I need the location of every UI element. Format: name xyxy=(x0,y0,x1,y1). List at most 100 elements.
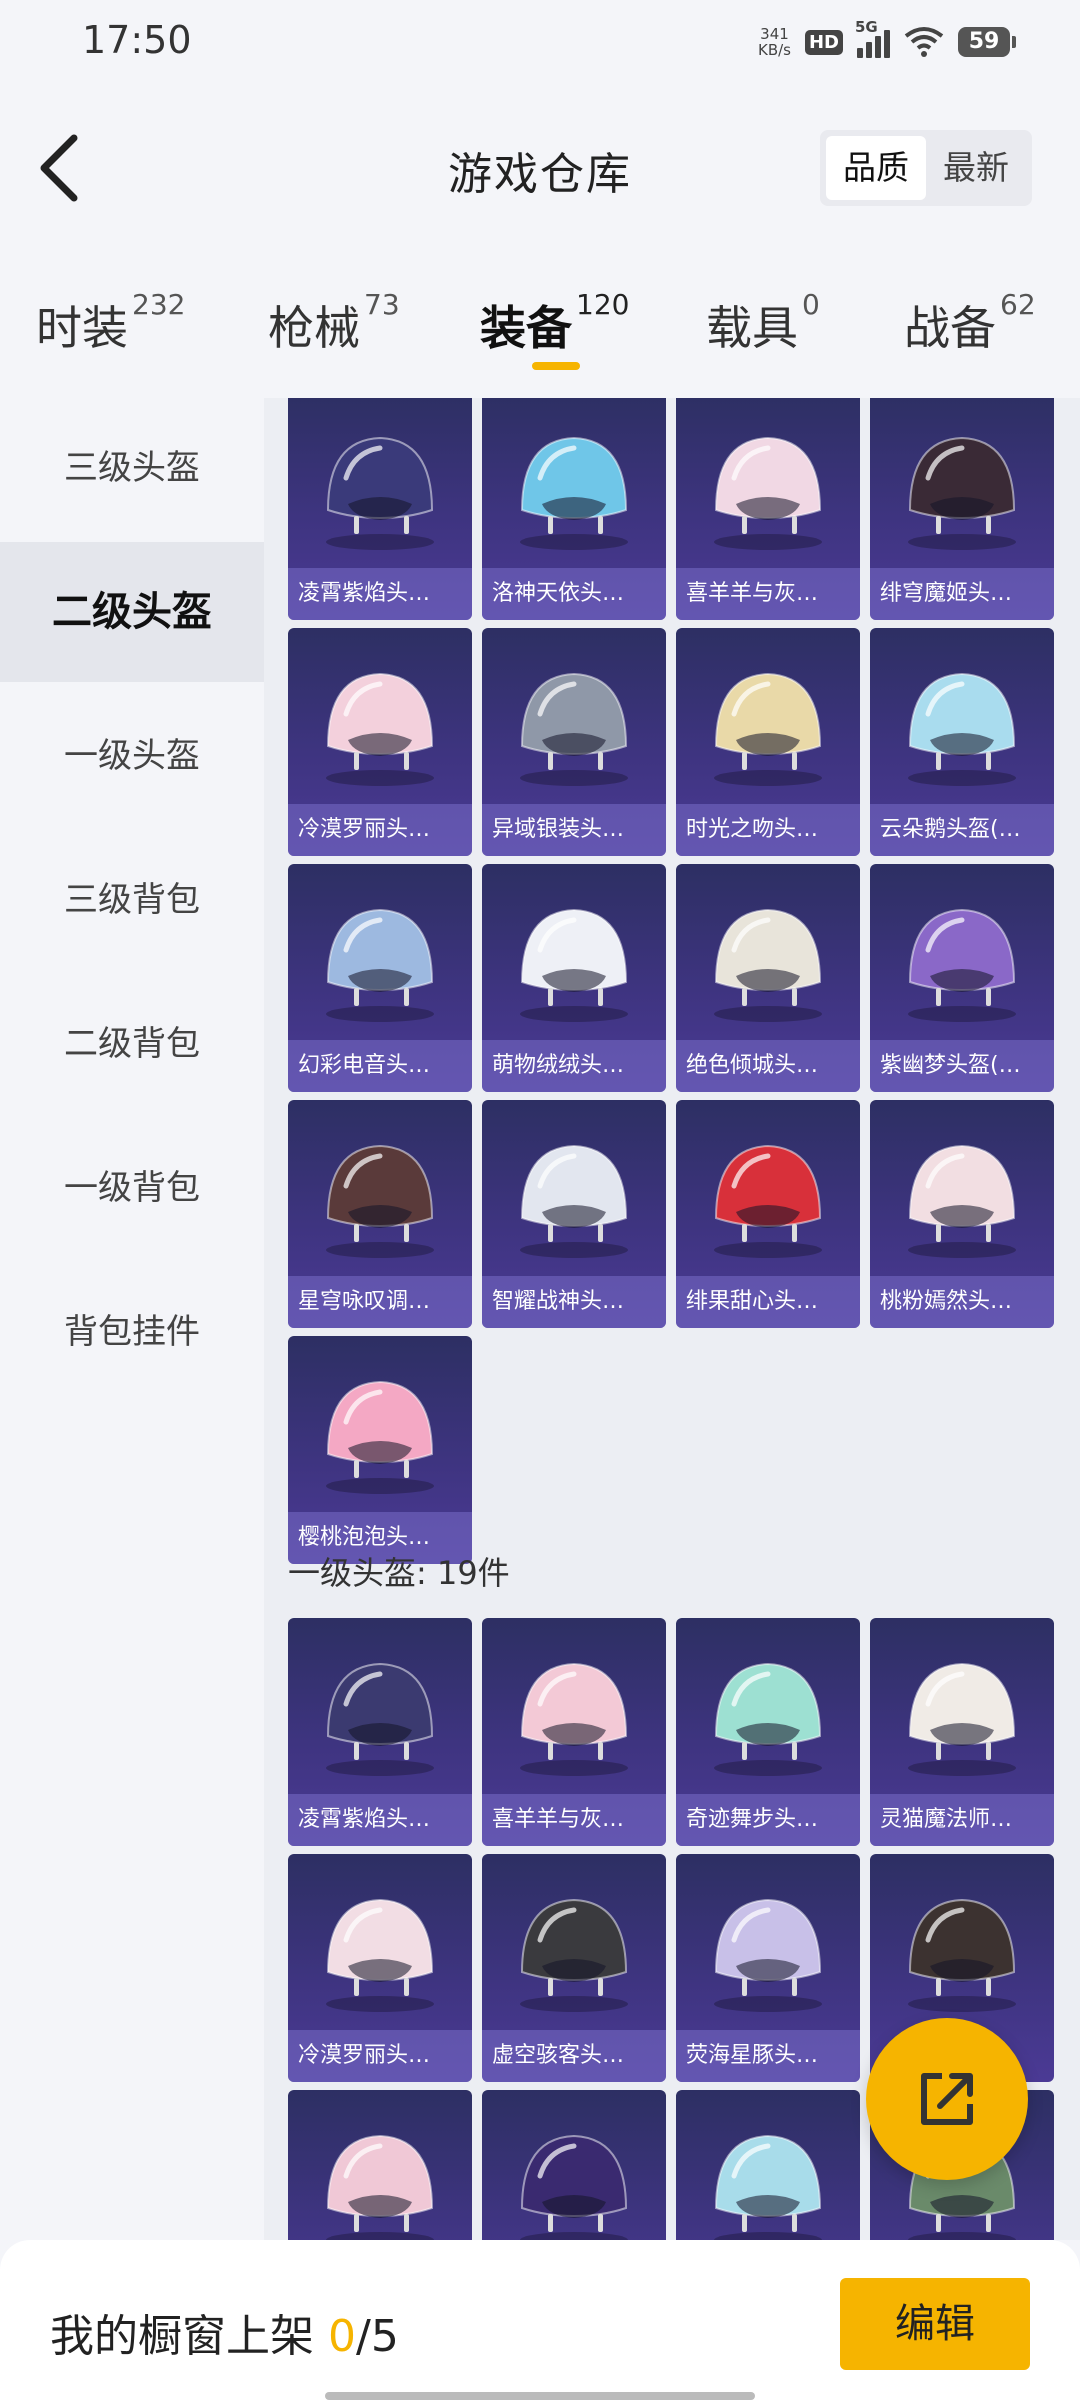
helmet-icon xyxy=(870,864,1054,1040)
tab-fashion[interactable]: 时装 232 xyxy=(36,288,185,358)
item-card[interactable]: 幻彩电音头… xyxy=(288,864,472,1092)
item-card[interactable] xyxy=(676,2090,860,2240)
tab-label: 装备 xyxy=(480,301,572,355)
helmet-icon xyxy=(482,398,666,568)
item-card[interactable]: 星穹咏叹调… xyxy=(288,1100,472,1328)
item-card-label: 灵猫魔法师… xyxy=(870,1794,1054,1846)
battery-icon: 59 xyxy=(958,27,1016,57)
item-card-label: 冷漠罗丽头… xyxy=(288,2030,472,2082)
status-bar: 17:50 341 KB/s HD 5G 59 xyxy=(0,0,1080,84)
helmet-icon xyxy=(676,1854,860,2030)
item-card[interactable]: 智耀战神头… xyxy=(482,1100,666,1328)
header: 游戏仓库 品质 最新 xyxy=(0,84,1080,254)
item-card-label: 桃粉嫣然头… xyxy=(870,1276,1054,1328)
item-card[interactable]: 桃粉嫣然头… xyxy=(870,1100,1054,1328)
item-card[interactable]: 凌霄紫焰头… xyxy=(288,398,472,620)
item-card-label: 洛神天依头… xyxy=(482,568,666,620)
sidebar-item-level1-backpack[interactable]: 一级背包 xyxy=(0,1118,264,1258)
item-card[interactable]: 绝色倾城头… xyxy=(676,864,860,1092)
item-card[interactable]: 异域银装头… xyxy=(482,628,666,856)
helmet-icon xyxy=(288,1100,472,1276)
tab-count: 120 xyxy=(576,288,630,321)
net-speed: 341 KB/s xyxy=(758,26,791,58)
item-card-label: 星穹咏叹调… xyxy=(288,1276,472,1328)
item-card-label: 智耀战神头… xyxy=(482,1276,666,1328)
item-card[interactable]: 凌霄紫焰头… xyxy=(288,1618,472,1846)
signal-icon: 5G xyxy=(855,18,890,58)
category-tabs: 时装 232 枪械 73 装备 120 载具 0 战备 62 xyxy=(0,280,1080,390)
tab-vehicles[interactable]: 载具 0 xyxy=(706,288,820,358)
item-card[interactable]: 绯果甜心头… xyxy=(676,1100,860,1328)
item-content: 凌霄紫焰头… 洛神天依头… 喜羊羊与灰… 绯穹魔姬头… 冷漠罗丽头… 异域银装头… 时光之吻… xyxy=(264,398,1080,2240)
net-speed-unit: KB/s xyxy=(757,41,791,59)
sidebar-item-level2-backpack[interactable]: 二级背包 xyxy=(0,974,264,1114)
helmet-icon xyxy=(482,864,666,1040)
item-card-label: 凌霄紫焰头… xyxy=(288,568,472,620)
item-card[interactable]: 樱桃泡泡头… xyxy=(288,1336,472,1564)
item-card[interactable]: 灵猫魔法师… xyxy=(870,1618,1054,1846)
network-type: 5G xyxy=(855,18,878,36)
status-icons: 341 KB/s HD 5G 59 xyxy=(758,18,1016,64)
item-card[interactable]: 萌物绒绒头… xyxy=(482,864,666,1092)
item-card[interactable]: 洛神天依头… xyxy=(482,398,666,620)
item-card[interactable]: 绯穹魔姬头… xyxy=(870,398,1054,620)
tab-supplies[interactable]: 战备 62 xyxy=(904,288,1036,358)
showcase-status: 我的橱窗上架 0/5 xyxy=(50,2300,399,2364)
tab-active-indicator xyxy=(532,362,580,370)
item-card[interactable]: 时光之吻头… xyxy=(676,628,860,856)
item-card-label: 喜羊羊与灰… xyxy=(482,1794,666,1846)
item-card[interactable]: 喜羊羊与灰… xyxy=(482,1618,666,1846)
item-card-label: 绝色倾城头… xyxy=(676,1040,860,1092)
item-card[interactable]: 荧海星豚头… xyxy=(676,1854,860,2082)
tab-label: 枪械 xyxy=(268,301,360,355)
item-card[interactable]: 虚空骇客头… xyxy=(482,1854,666,2082)
item-card[interactable] xyxy=(288,2090,472,2240)
net-speed-value: 341 xyxy=(760,25,789,43)
tab-label: 时装 xyxy=(36,301,128,355)
item-card[interactable] xyxy=(482,2090,666,2240)
tab-equipment[interactable]: 装备 120 xyxy=(480,288,629,358)
tab-weapons[interactable]: 枪械 73 xyxy=(268,288,400,358)
item-card[interactable]: 冷漠罗丽头… xyxy=(288,1854,472,2082)
helmet-icon xyxy=(870,398,1054,568)
item-card-label: 萌物绒绒头… xyxy=(482,1040,666,1092)
bottom-bar: 我的橱窗上架 0/5 编辑 xyxy=(0,2240,1080,2408)
item-card[interactable]: 喜羊羊与灰… xyxy=(676,398,860,620)
helmet-icon xyxy=(676,398,860,568)
sidebar-item-level2-helmet[interactable]: 二级头盔 xyxy=(0,542,264,682)
helmet-icon xyxy=(482,1100,666,1276)
wifi-icon xyxy=(904,26,944,58)
sidebar-item-level3-backpack[interactable]: 三级背包 xyxy=(0,830,264,970)
sidebar: 三级头盔 二级头盔 一级头盔 三级背包 二级背包 一级背包 背包挂件 xyxy=(0,398,264,2248)
item-card[interactable]: 冷漠罗丽头… xyxy=(288,628,472,856)
item-card-label: 云朵鹅头盔(… xyxy=(870,804,1054,856)
helmet-icon xyxy=(870,1100,1054,1276)
item-card-label: 凌霄紫焰头… xyxy=(288,1794,472,1846)
item-card-label: 时光之吻头… xyxy=(676,804,860,856)
showcase-current: 0 xyxy=(328,2311,356,2362)
item-card-label: 紫幽梦头盔(… xyxy=(870,1040,1054,1092)
edit-button[interactable]: 编辑 xyxy=(840,2278,1030,2370)
showcase-total: /5 xyxy=(356,2311,399,2362)
item-card[interactable]: 云朵鹅头盔(… xyxy=(870,628,1054,856)
item-card[interactable]: 紫幽梦头盔(… xyxy=(870,864,1054,1092)
item-card-label: 幻彩电音头… xyxy=(288,1040,472,1092)
tab-count: 73 xyxy=(364,288,400,321)
item-card-label: 奇迹舞步头… xyxy=(676,1794,860,1846)
helmet-icon xyxy=(676,2090,860,2240)
helmet-icon xyxy=(288,2090,472,2240)
sort-quality-button[interactable]: 品质 xyxy=(826,136,926,200)
sidebar-item-level3-helmet[interactable]: 三级头盔 xyxy=(0,398,264,538)
sort-newest-button[interactable]: 最新 xyxy=(926,136,1026,200)
share-icon xyxy=(921,2073,973,2125)
helmet-icon xyxy=(870,1618,1054,1794)
item-card[interactable]: 奇迹舞步头… xyxy=(676,1618,860,1846)
sidebar-item-level1-helmet[interactable]: 一级头盔 xyxy=(0,686,264,826)
sidebar-item-backpack-pendant[interactable]: 背包挂件 xyxy=(0,1262,264,1402)
helmet-icon xyxy=(288,1618,472,1794)
share-button[interactable] xyxy=(866,2018,1028,2180)
home-indicator xyxy=(325,2392,755,2400)
helmet-icon xyxy=(482,1618,666,1794)
helmet-icon xyxy=(676,1618,860,1794)
tab-count: 62 xyxy=(1000,288,1036,321)
